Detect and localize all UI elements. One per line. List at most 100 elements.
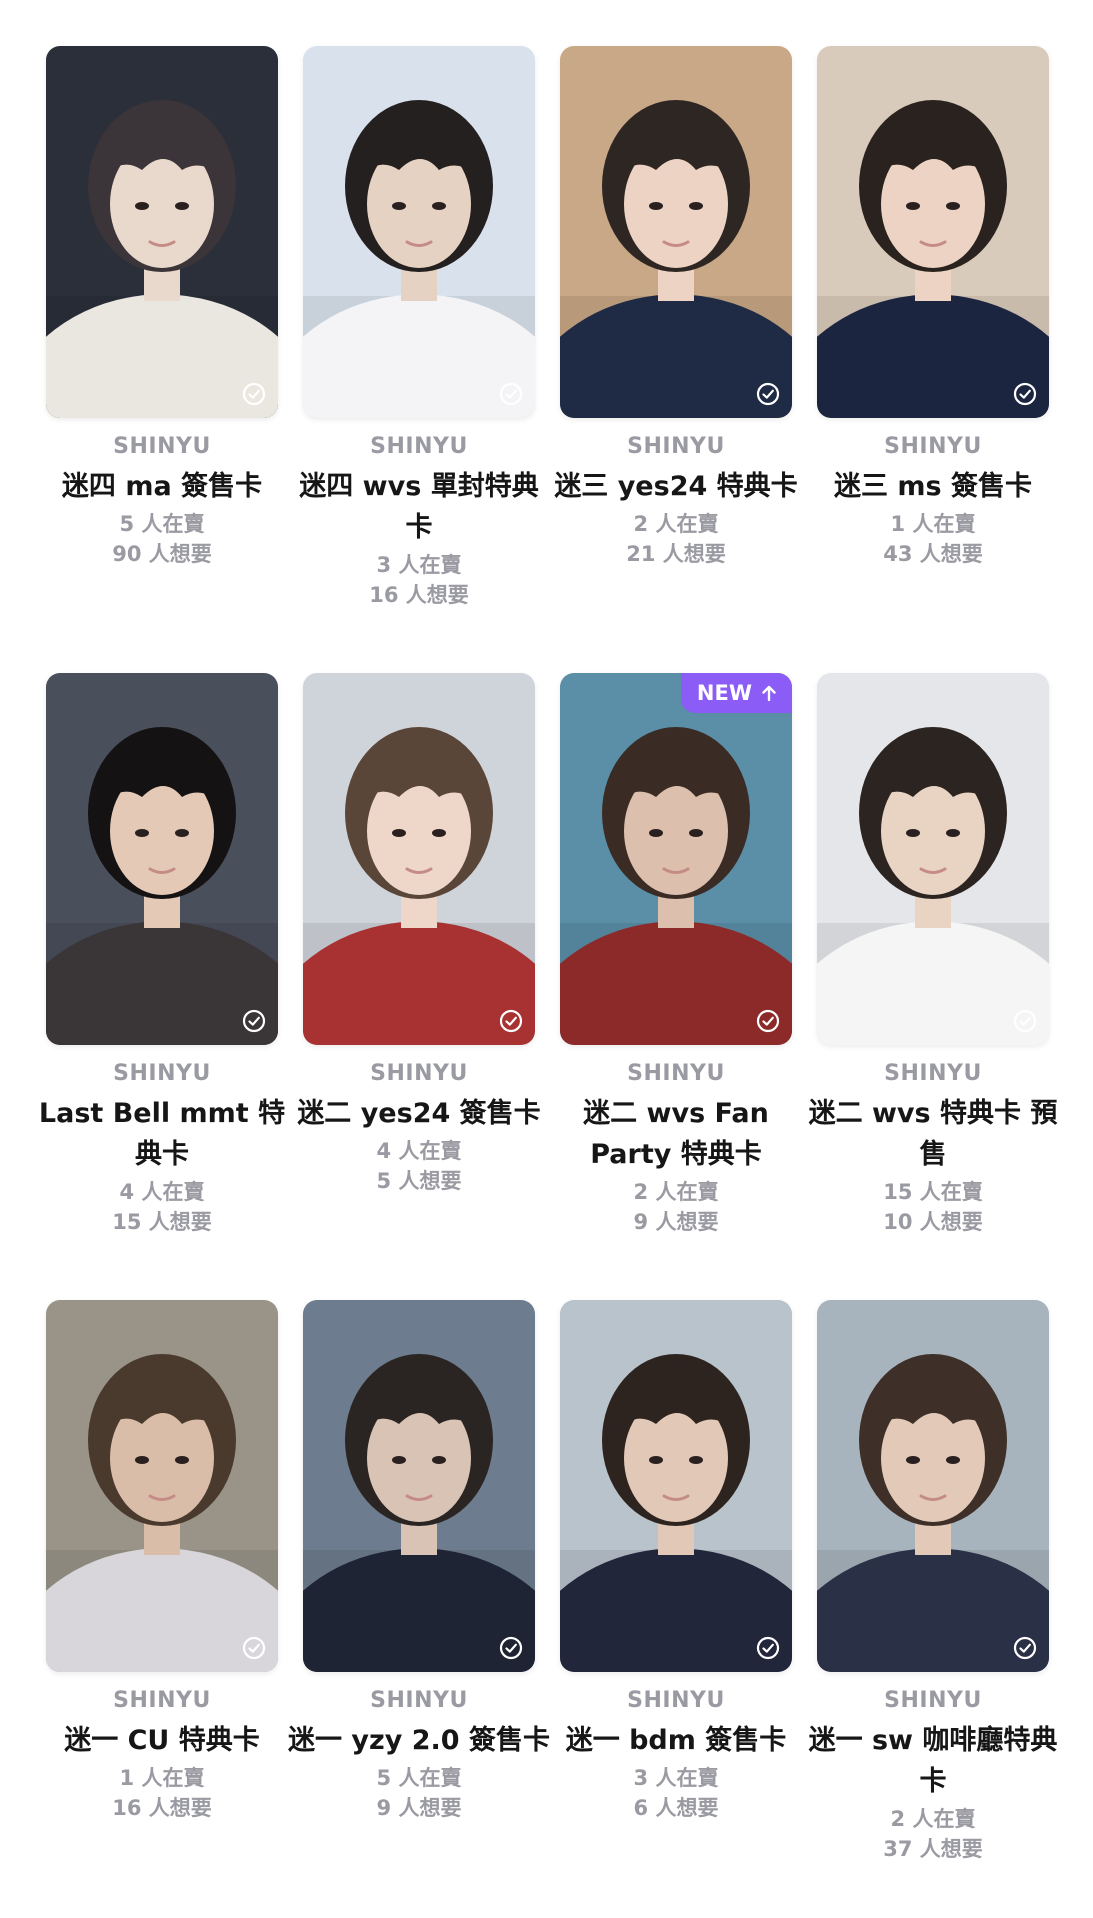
photocard-image[interactable]	[46, 46, 278, 418]
check-circle-icon[interactable]	[242, 1636, 266, 1660]
card-stats: 5 人在賣 9 人想要	[283, 1763, 555, 1823]
photocard-image[interactable]	[817, 46, 1049, 418]
artist-name: SHINYU	[370, 1688, 468, 1713]
check-circle-icon[interactable]	[1013, 1009, 1037, 1033]
check-circle-icon[interactable]	[1013, 382, 1037, 406]
photo-illustration	[46, 46, 278, 418]
photo-illustration	[560, 673, 792, 1045]
photocard-item[interactable]: SHINYU 迷一 yzy 2.0 簽售卡 5 人在賣 9 人想要	[283, 1300, 550, 1900]
photo-illustration	[817, 673, 1049, 1045]
card-title[interactable]: 迷四 wvs 單封特典卡	[287, 466, 551, 548]
photocard-item[interactable]: SHINYU 迷一 bdm 簽售卡 3 人在賣 6 人想要	[540, 1300, 797, 1900]
wanting-count: 16 人想要	[112, 1796, 212, 1820]
card-title[interactable]: 迷一 sw 咖啡廳特典卡	[801, 1720, 1065, 1802]
arrow-up-icon	[762, 685, 776, 702]
card-stats: 1 人在賣 43 人想要	[797, 509, 1069, 569]
artist-name: SHINYU	[370, 1061, 468, 1086]
photocard-image[interactable]	[817, 1300, 1049, 1672]
photocard-item[interactable]: SHINYU Last Bell mmt 特典卡 4 人在賣 15 人想要	[26, 673, 285, 1273]
photo-illustration	[560, 46, 792, 418]
artist-name: SHINYU	[627, 1688, 725, 1713]
card-stats: 2 人在賣 37 人想要	[797, 1804, 1069, 1864]
wanting-count: 9 人想要	[633, 1210, 719, 1234]
check-circle-icon[interactable]	[242, 1009, 266, 1033]
selling-count: 2 人在賣	[633, 512, 719, 536]
check-circle-icon[interactable]	[242, 382, 266, 406]
artist-name: SHINYU	[884, 1688, 982, 1713]
check-circle-icon[interactable]	[499, 382, 523, 406]
card-title[interactable]: 迷四 ma 簽售卡	[30, 466, 294, 507]
photo-illustration	[560, 1300, 792, 1672]
card-stats: 3 人在賣 16 人想要	[283, 550, 555, 610]
photocard-item[interactable]: SHINYU 迷一 sw 咖啡廳特典卡 2 人在賣 37 人想要	[797, 1300, 1057, 1900]
photocard-item[interactable]: SHINYU 迷二 wvs 特典卡 預售 15 人在賣 10 人想要	[797, 673, 1057, 1273]
photocard-image[interactable]	[560, 46, 792, 418]
card-title[interactable]: 迷一 CU 特典卡	[30, 1720, 294, 1761]
photocard-image[interactable]	[303, 673, 535, 1045]
card-title[interactable]: 迷一 bdm 簽售卡	[544, 1720, 808, 1761]
artist-name: SHINYU	[627, 434, 725, 459]
wanting-count: 5 人想要	[376, 1169, 462, 1193]
artist-name: SHINYU	[884, 1061, 982, 1086]
photocard-item[interactable]: SHINYU 迷三 yes24 特典卡 2 人在賣 21 人想要	[540, 46, 798, 646]
card-title[interactable]: 迷一 yzy 2.0 簽售卡	[287, 1720, 551, 1761]
photo-illustration	[303, 1300, 535, 1672]
selling-count: 2 人在賣	[890, 1807, 976, 1831]
artist-name: SHINYU	[627, 1061, 725, 1086]
wanting-count: 90 人想要	[112, 542, 212, 566]
selling-count: 3 人在賣	[376, 553, 462, 577]
photocard-image[interactable]	[46, 673, 278, 1045]
photocard-item[interactable]: SHINYU 迷一 CU 特典卡 1 人在賣 16 人想要	[26, 1300, 283, 1900]
card-stats: 3 人在賣 6 人想要	[540, 1763, 812, 1823]
selling-count: 3 人在賣	[633, 1766, 719, 1790]
check-circle-icon[interactable]	[756, 1636, 780, 1660]
photocard-item[interactable]: SHINYU 迷二 yes24 簽售卡 4 人在賣 5 人想要	[283, 673, 541, 1273]
selling-count: 15 人在賣	[883, 1180, 983, 1204]
photocard-item[interactable]: SHINYU 迷三 ms 簽售卡 1 人在賣 43 人想要	[797, 46, 1054, 646]
artist-name: SHINYU	[113, 1688, 211, 1713]
selling-count: 5 人在賣	[119, 512, 205, 536]
artist-name: SHINYU	[113, 1061, 211, 1086]
wanting-count: 16 人想要	[369, 583, 469, 607]
check-circle-icon[interactable]	[756, 1009, 780, 1033]
check-circle-icon[interactable]	[1013, 1636, 1037, 1660]
selling-count: 4 人在賣	[119, 1180, 205, 1204]
photocard-grid: SHINYU 迷四 ma 簽售卡 5 人在賣 90 人想要 SHINYU 迷四 wvs 單…	[0, 0, 1093, 1918]
photocard-item[interactable]: SHINYU 迷四 ma 簽售卡 5 人在賣 90 人想要	[26, 46, 283, 646]
photocard-image[interactable]: NEW	[560, 673, 792, 1045]
photocard-item[interactable]: SHINYU 迷四 wvs 單封特典卡 3 人在賣 16 人想要	[283, 46, 540, 646]
selling-count: 2 人在賣	[633, 1180, 719, 1204]
card-stats: 2 人在賣 9 人想要	[540, 1177, 812, 1237]
artist-name: SHINYU	[370, 434, 468, 459]
photo-illustration	[46, 1300, 278, 1672]
card-title[interactable]: 迷二 wvs 特典卡 預售	[801, 1093, 1065, 1175]
card-title[interactable]: 迷三 yes24 特典卡	[544, 466, 808, 507]
artist-name: SHINYU	[113, 434, 211, 459]
check-circle-icon[interactable]	[499, 1009, 523, 1033]
selling-count: 1 人在賣	[890, 512, 976, 536]
card-title[interactable]: 迷二 wvs Fan Party 特典卡	[544, 1093, 808, 1175]
photocard-image[interactable]	[303, 46, 535, 418]
photo-illustration	[303, 673, 535, 1045]
card-stats: 15 人在賣 10 人想要	[797, 1177, 1069, 1237]
wanting-count: 9 人想要	[376, 1796, 462, 1820]
wanting-count: 6 人想要	[633, 1796, 719, 1820]
check-circle-icon[interactable]	[756, 382, 780, 406]
wanting-count: 43 人想要	[883, 542, 983, 566]
card-stats: 5 人在賣 90 人想要	[26, 509, 298, 569]
card-stats: 4 人在賣 15 人想要	[26, 1177, 298, 1237]
wanting-count: 10 人想要	[883, 1210, 983, 1234]
photocard-image[interactable]	[303, 1300, 535, 1672]
wanting-count: 37 人想要	[883, 1837, 983, 1861]
photocard-image[interactable]	[46, 1300, 278, 1672]
card-title[interactable]: 迷三 ms 簽售卡	[801, 466, 1065, 507]
photocard-image[interactable]	[817, 673, 1049, 1045]
new-badge-label: NEW	[696, 681, 752, 705]
artist-name: SHINYU	[884, 434, 982, 459]
photocard-image[interactable]	[560, 1300, 792, 1672]
card-title[interactable]: Last Bell mmt 特典卡	[30, 1093, 294, 1175]
check-circle-icon[interactable]	[499, 1636, 523, 1660]
card-title[interactable]: 迷二 yes24 簽售卡	[287, 1093, 551, 1134]
selling-count: 4 人在賣	[376, 1139, 462, 1163]
photocard-item[interactable]: NEW SHINYU 迷二 wvs Fan Party 特典卡 2 人在賣 9 人想要	[540, 673, 797, 1273]
